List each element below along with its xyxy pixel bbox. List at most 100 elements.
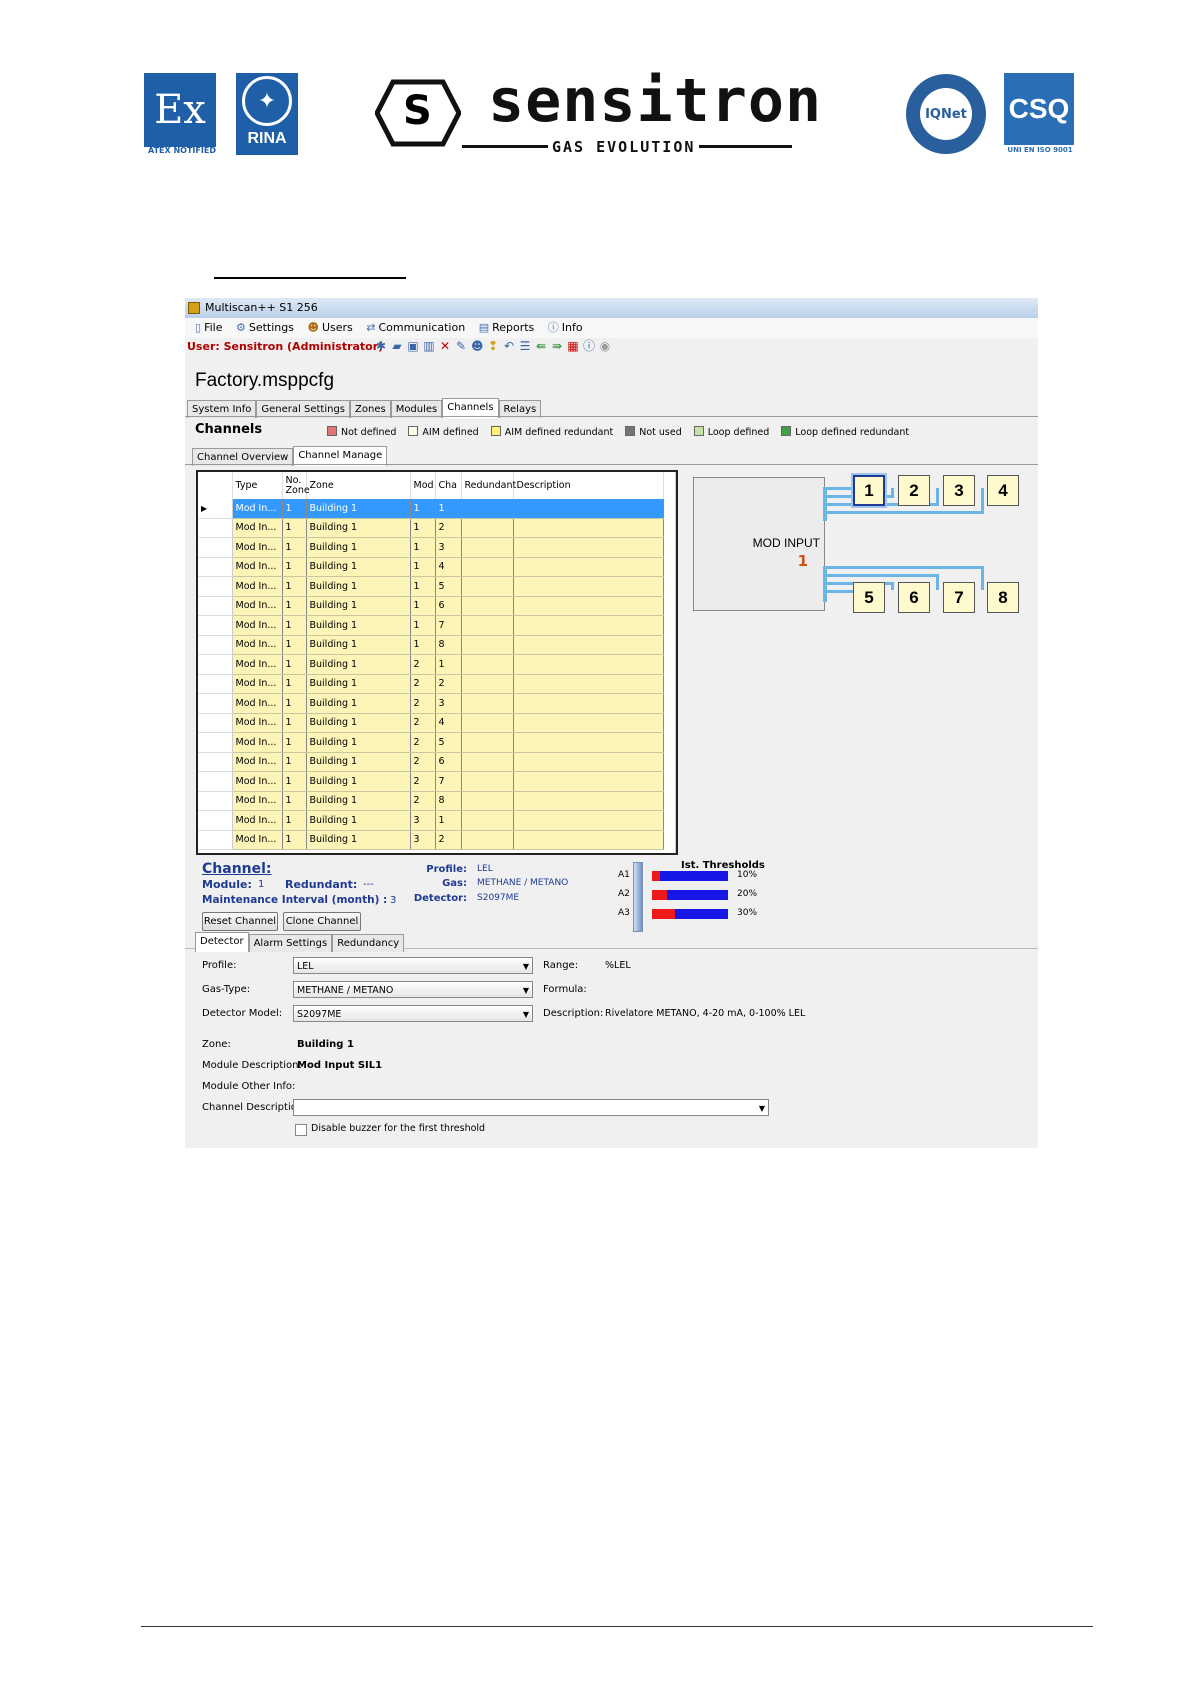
profile-select[interactable]: LEL ▼ [293, 957, 533, 974]
scroll-up-icon[interactable]: ▲ [676, 474, 678, 482]
table-cell[interactable] [461, 654, 514, 675]
table-cell[interactable]: Building 1 [306, 537, 411, 558]
table-cell[interactable]: Mod In... [232, 791, 283, 811]
table-cell[interactable] [461, 557, 514, 577]
table-row[interactable]: Mod In... 1 Building 131 [198, 810, 664, 831]
table-cell[interactable]: Mod In... [232, 576, 283, 597]
row-header[interactable] [198, 537, 233, 558]
table-cell[interactable]: Mod In... [232, 654, 283, 675]
table-cell[interactable]: Mod In... [232, 713, 283, 733]
col-header-type[interactable]: Type [232, 472, 283, 499]
row-header[interactable] [198, 693, 233, 714]
table-cell[interactable]: 1 [282, 576, 307, 597]
row-header[interactable] [198, 635, 233, 655]
table-cell[interactable]: Mod In... [232, 752, 283, 772]
table-cell[interactable]: Building 1 [306, 771, 411, 792]
table-cell[interactable] [513, 771, 664, 792]
channel-box-2[interactable]: 2 [898, 475, 930, 506]
table-cell[interactable]: 1 [282, 791, 307, 811]
table-cell[interactable]: Mod In... [232, 771, 283, 792]
channel-box-6[interactable]: 6 [898, 582, 930, 613]
table-row[interactable]: Mod In... 1 Building 125 [198, 732, 664, 753]
table-cell[interactable]: 1 [282, 713, 307, 733]
row-header[interactable] [198, 830, 233, 850]
close-file-icon[interactable]: ✕ [439, 338, 455, 354]
tab-redundancy[interactable]: Redundancy [332, 934, 405, 952]
table-row[interactable]: Mod In... 1 Building 113 [198, 537, 664, 558]
table-cell[interactable]: Building 1 [306, 557, 411, 577]
table-cell[interactable]: 1 [435, 810, 462, 831]
menu-info[interactable]: ⓘ Info [548, 318, 583, 338]
table-cell[interactable] [461, 674, 514, 694]
menu-users[interactable]: ☻ Users [307, 318, 352, 338]
table-row[interactable]: Mod In... 1 Building 121 [198, 654, 664, 675]
row-header[interactable] [198, 576, 233, 597]
table-cell[interactable]: 3 [435, 693, 462, 714]
row-header[interactable] [198, 791, 233, 811]
new-icon[interactable]: ✱ [375, 338, 391, 354]
table-row[interactable]: Mod In... 1 Building 116 [198, 596, 664, 616]
table-cell[interactable]: 1 [282, 693, 307, 714]
table-cell[interactable]: Mod In... [232, 557, 283, 577]
table-cell[interactable]: 2 [410, 752, 436, 772]
table-cell[interactable]: Building 1 [306, 791, 411, 811]
table-row[interactable]: Mod In... 1 Building 126 [198, 752, 664, 772]
table-cell[interactable]: 1 [282, 635, 307, 655]
table-cell[interactable] [513, 713, 664, 733]
table-cell[interactable]: 2 [410, 732, 436, 753]
table-cell[interactable] [461, 830, 514, 850]
table-cell[interactable] [513, 635, 664, 655]
table-cell[interactable]: 1 [282, 771, 307, 792]
clone-channel-button[interactable]: Clone Channel [283, 912, 361, 931]
table-cell[interactable] [461, 615, 514, 636]
table-cell[interactable]: Building 1 [306, 810, 411, 831]
channel-box-3[interactable]: 3 [943, 475, 975, 506]
table-cell[interactable]: 1 [282, 810, 307, 831]
channel-box-8[interactable]: 8 [987, 582, 1019, 613]
table-cell[interactable]: 4 [435, 713, 462, 733]
table-cell[interactable]: Mod In... [232, 830, 283, 850]
table-row[interactable]: Mod In... 1 Building 122 [198, 674, 664, 694]
row-header[interactable] [198, 615, 233, 636]
menu-reports[interactable]: ▤ Reports [479, 318, 535, 338]
table-cell[interactable]: 1 [282, 752, 307, 772]
row-header[interactable] [198, 810, 233, 831]
open-folder-icon[interactable]: ▰ [391, 338, 407, 354]
group-icon[interactable]: ☻ [471, 338, 487, 354]
table-cell[interactable]: 1 [410, 615, 436, 636]
table-cell[interactable]: 2 [435, 674, 462, 694]
reset-channel-button[interactable]: Reset Channel [202, 912, 278, 931]
table-cell[interactable] [513, 615, 664, 636]
table-cell[interactable]: 1 [282, 674, 307, 694]
table-cell[interactable]: 1 [435, 499, 462, 519]
table-cell[interactable]: Building 1 [306, 596, 411, 616]
table-cell[interactable]: Mod In... [232, 810, 283, 831]
table-cell[interactable]: 2 [410, 693, 436, 714]
table-cell[interactable]: Mod In... [232, 674, 283, 694]
table-cell[interactable]: 2 [410, 791, 436, 811]
table-cell[interactable] [461, 791, 514, 811]
table-cell[interactable]: 2 [435, 830, 462, 850]
table-row[interactable]: Mod In... 1 Building 132 [198, 830, 664, 850]
table-cell[interactable]: 8 [435, 791, 462, 811]
table-cell[interactable] [461, 732, 514, 753]
table-cell[interactable]: 1 [282, 596, 307, 616]
scroll-down-icon[interactable]: ▼ [676, 843, 678, 851]
table-cell[interactable] [513, 518, 664, 538]
table-cell[interactable]: Building 1 [306, 518, 411, 538]
table-cell[interactable]: 7 [435, 771, 462, 792]
table-cell[interactable] [461, 499, 514, 519]
table-cell[interactable]: 4 [435, 557, 462, 577]
table-cell[interactable]: 2 [410, 654, 436, 675]
table-cell[interactable]: 1 [282, 654, 307, 675]
table-cell[interactable] [513, 830, 664, 850]
col-header-redundant[interactable]: Redundant [461, 472, 516, 499]
row-header[interactable] [198, 713, 233, 733]
table-cell[interactable]: 5 [435, 732, 462, 753]
table-row[interactable]: Mod In... 1 Building 117 [198, 615, 664, 636]
table-cell[interactable] [461, 635, 514, 655]
table-cell[interactable]: Mod In... [232, 693, 283, 714]
table-cell[interactable] [461, 693, 514, 714]
menu-communication[interactable]: ⇄ Communication [366, 318, 465, 338]
table-cell[interactable] [461, 537, 514, 558]
